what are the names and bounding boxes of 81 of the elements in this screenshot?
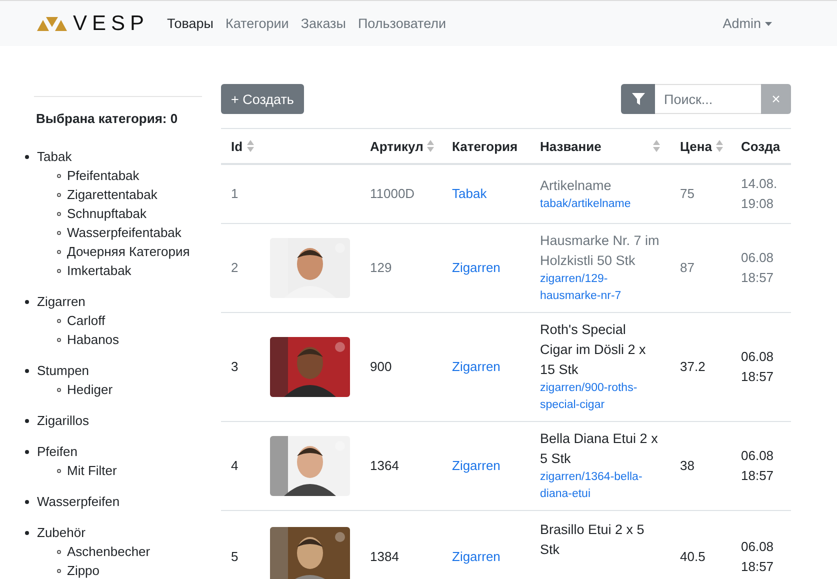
logo-icon <box>37 16 67 30</box>
category-item[interactable]: Pfeifen <box>37 444 78 459</box>
id-cell: 2 <box>231 260 238 275</box>
time-cell-text: 18:57 <box>741 269 775 287</box>
product-name: Hausmarke Nr. 7 im Holzkistli 50 Stk <box>540 233 660 268</box>
article-cell: 1364 <box>370 458 399 473</box>
subcategory-item[interactable]: Zigarettentabak <box>67 187 158 202</box>
sort-icon[interactable] <box>716 140 723 152</box>
subcategory-item[interactable]: Imkertabak <box>67 263 132 278</box>
category-link[interactable]: Zigarren <box>452 458 500 473</box>
column-header: Созда <box>741 138 780 154</box>
sort-icon[interactable] <box>653 140 660 152</box>
subcategory-item[interactable]: Wasserpfeifentabak <box>67 225 182 240</box>
category-link[interactable]: Zigarren <box>452 549 500 564</box>
search-field[interactable]: Поиск... <box>655 84 761 114</box>
create-button[interactable]: + Создать <box>221 84 304 114</box>
nav-link[interactable]: Товары <box>167 16 214 31</box>
category-item[interactable]: Tabak <box>37 149 72 164</box>
category-item[interactable]: Zigarren <box>37 294 86 309</box>
time-cell-text: 18:57 <box>741 368 775 386</box>
product-slug-link[interactable]: zigarren/129-hausmarke-nr-7 <box>540 271 660 305</box>
column-header[interactable]: Название <box>540 138 602 154</box>
category-item[interactable]: Zubehör <box>37 525 86 540</box>
article-cell: 1384 <box>370 549 399 564</box>
category-item[interactable]: Wasserpfeifen <box>37 494 120 509</box>
subcategory-item[interactable]: Дочерняя Категория <box>67 244 190 259</box>
category-link[interactable]: Tabak <box>452 186 487 201</box>
price-cell: 75 <box>680 186 694 201</box>
subcategory-item[interactable]: Hediger <box>67 382 113 397</box>
subcategory-item[interactable]: Zippo <box>67 563 100 578</box>
article-cell: 11000D <box>370 186 415 201</box>
product-slug-link[interactable]: zigarren/900-roths-special-cigar <box>540 380 660 414</box>
price-cell: 38 <box>680 458 694 473</box>
user-menu[interactable]: Admin <box>722 16 772 31</box>
subcategory-item[interactable]: Schnupftabak <box>67 206 147 221</box>
date-cell-text: 06.08 <box>741 538 775 556</box>
filter-icon <box>632 93 644 105</box>
product-name: Bella Diana Etui 2 x 5 Stk <box>540 431 658 466</box>
column-header[interactable]: Артикул <box>370 138 424 154</box>
id-cell: 4 <box>231 458 238 473</box>
product-name: Artikelname <box>540 178 612 192</box>
category-item[interactable]: Stumpen <box>37 363 90 378</box>
subcategory-item[interactable]: Carloff <box>67 313 106 328</box>
product-name: Brasillo Etui 2 x 5 Stk <box>540 522 644 557</box>
sidebar-title: Выбрана категория: 0 <box>36 111 179 126</box>
column-header[interactable]: Id <box>231 138 243 154</box>
caret-icon <box>765 22 772 26</box>
logo-text: VESP <box>73 12 150 36</box>
price-cell: 37.2 <box>680 359 706 374</box>
product-name: Roth's Special Cigar im Dösli 2 x 15 Stk <box>540 322 646 377</box>
category-link[interactable]: Zigarren <box>452 359 500 374</box>
date-cell-text: 06.08 <box>741 348 775 366</box>
date-cell-text: 06.08 <box>741 249 775 267</box>
product-slug-link[interactable]: tabak/artikelname <box>540 196 660 212</box>
nav-link[interactable]: Категории <box>225 16 289 31</box>
time-cell-text: 18:57 <box>741 467 775 485</box>
article-cell: 129 <box>370 260 392 275</box>
sort-icon[interactable] <box>246 140 254 152</box>
id-cell: 5 <box>231 549 238 564</box>
category-link[interactable]: Zigarren <box>452 260 500 275</box>
column-header: Категория <box>452 138 518 154</box>
price-cell: 40.5 <box>680 549 706 564</box>
product-slug-link[interactable]: zigarren/1364-bella-diana-etui <box>540 469 660 503</box>
date-cell-text: 06.08 <box>741 447 775 465</box>
subcategory-item[interactable]: Mit Filter <box>67 463 117 478</box>
nav-link[interactable]: Пользователи <box>358 16 446 31</box>
price-cell: 87 <box>680 260 694 275</box>
column-header[interactable]: Цена <box>680 138 712 154</box>
id-cell: 1 <box>231 186 238 201</box>
sort-icon[interactable] <box>427 140 434 152</box>
time-cell-text: 19:08 <box>741 195 775 213</box>
subcategory-item[interactable]: Aschenbecher <box>67 544 150 559</box>
time-cell-text: 18:57 <box>741 558 775 576</box>
nav-link[interactable]: Заказы <box>300 16 346 31</box>
date-cell-text: 14.08. <box>741 175 778 193</box>
id-cell: 3 <box>231 359 238 374</box>
filter-button[interactable] <box>621 84 655 114</box>
subcategory-item[interactable]: Habanos <box>67 332 120 347</box>
category-item[interactable]: Zigarillos <box>37 413 90 428</box>
article-cell: 900 <box>370 359 392 374</box>
subcategory-item[interactable]: Pfeifentabak <box>67 168 140 183</box>
